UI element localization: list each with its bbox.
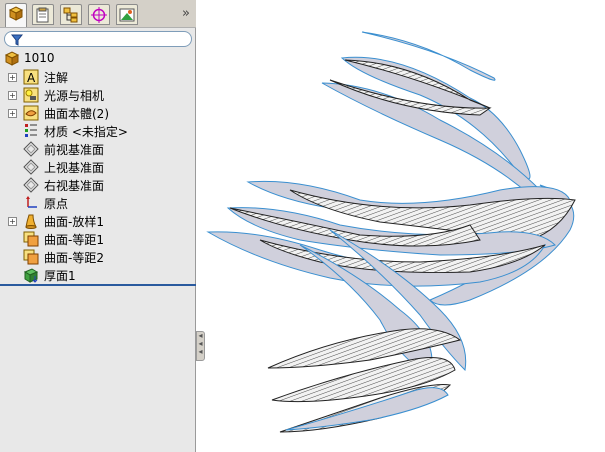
plane-icon: [23, 177, 39, 193]
svg-text:A: A: [27, 71, 36, 85]
tree-item-label: 光源与相机: [44, 89, 105, 103]
tree-item-label: 曲面本體(2): [44, 107, 109, 121]
origin-icon: [26, 196, 37, 208]
expand-icon[interactable]: +: [8, 217, 17, 226]
tree-item-top-plane[interactable]: 上视基准面: [0, 158, 196, 176]
rollback-bar[interactable]: [0, 284, 196, 286]
feature-manager-panel: » 1010 + A 注解 + 光源与相机 + 曲面本體(2) 材质 <未指定>…: [0, 0, 196, 452]
tree-item-part[interactable]: 1010: [0, 50, 196, 68]
configuration-manager-tab[interactable]: [60, 4, 82, 25]
more-tabs-chevron-icon[interactable]: »: [182, 6, 190, 21]
plane-icon: [23, 159, 39, 175]
tree-item-origin[interactable]: 原点: [0, 194, 196, 212]
tree-item-surface-bodies[interactable]: + 曲面本體(2): [0, 104, 196, 122]
dimxpert-manager-tab[interactable]: [88, 4, 110, 25]
tree-item-label: 材质 <未指定>: [44, 125, 128, 139]
feature-manager-tab[interactable]: [5, 3, 27, 27]
property-manager-tab[interactable]: [32, 4, 54, 25]
tree-item-label: 上视基准面: [44, 161, 105, 175]
tree-item-label: 右视基准面: [44, 179, 105, 193]
tree-item-label: 注解: [44, 71, 69, 85]
tree-item-label: 曲面-放样1: [44, 215, 104, 229]
tree-item-annotations[interactable]: + A 注解: [0, 68, 196, 86]
tree-item-surface-offset-1[interactable]: 曲面-等距1: [0, 230, 196, 248]
display-manager-tab[interactable]: [116, 4, 138, 25]
tree-item-label: 曲面-等距1: [44, 233, 104, 247]
feature-tree-icon: [8, 6, 24, 21]
expand-icon[interactable]: +: [8, 91, 17, 100]
expand-icon[interactable]: +: [8, 73, 17, 82]
surface-loft-icon: [25, 214, 37, 229]
expand-icon[interactable]: +: [8, 109, 17, 118]
surface-offset-icon: [23, 249, 39, 265]
part-icon: [4, 51, 20, 66]
tree-item-label: 厚面1: [44, 269, 76, 283]
plane-icon: [23, 141, 39, 157]
tree-item-right-plane[interactable]: 右视基准面: [0, 176, 196, 194]
lights-camera-icon: [23, 87, 39, 103]
crosshair-icon: [91, 7, 107, 23]
tree-item-front-plane[interactable]: 前视基准面: [0, 140, 196, 158]
configuration-manager-icon: [63, 7, 78, 23]
tree-item-surface-offset-2[interactable]: 曲面-等距2: [0, 248, 196, 266]
tree-item-surface-loft[interactable]: + 曲面-放样1: [0, 212, 196, 230]
display-manager-icon: [119, 8, 135, 22]
feature-manager-tabbar: »: [0, 0, 196, 28]
annotation-icon: A: [23, 69, 39, 85]
material-icon: [25, 124, 37, 137]
tree-item-label: 1010: [24, 51, 55, 65]
thicken-icon: [23, 268, 39, 283]
tree-item-lights-camera[interactable]: + 光源与相机: [0, 86, 196, 104]
surface-bodies-icon: [23, 105, 39, 121]
tree-item-material[interactable]: 材质 <未指定>: [0, 122, 196, 140]
tree-item-thicken[interactable]: 厚面1: [0, 266, 196, 284]
graphics-viewport[interactable]: [197, 0, 605, 452]
spiral-surface-model[interactable]: [206, 31, 576, 433]
filter-icon: [11, 34, 23, 46]
property-manager-icon: [36, 7, 49, 23]
tree-item-label: 曲面-等距2: [44, 251, 104, 265]
tree-item-label: 前视基准面: [44, 143, 105, 157]
tree-filter-input[interactable]: [4, 31, 192, 47]
tree-item-label: 原点: [44, 197, 69, 211]
surface-offset-icon: [23, 231, 39, 247]
